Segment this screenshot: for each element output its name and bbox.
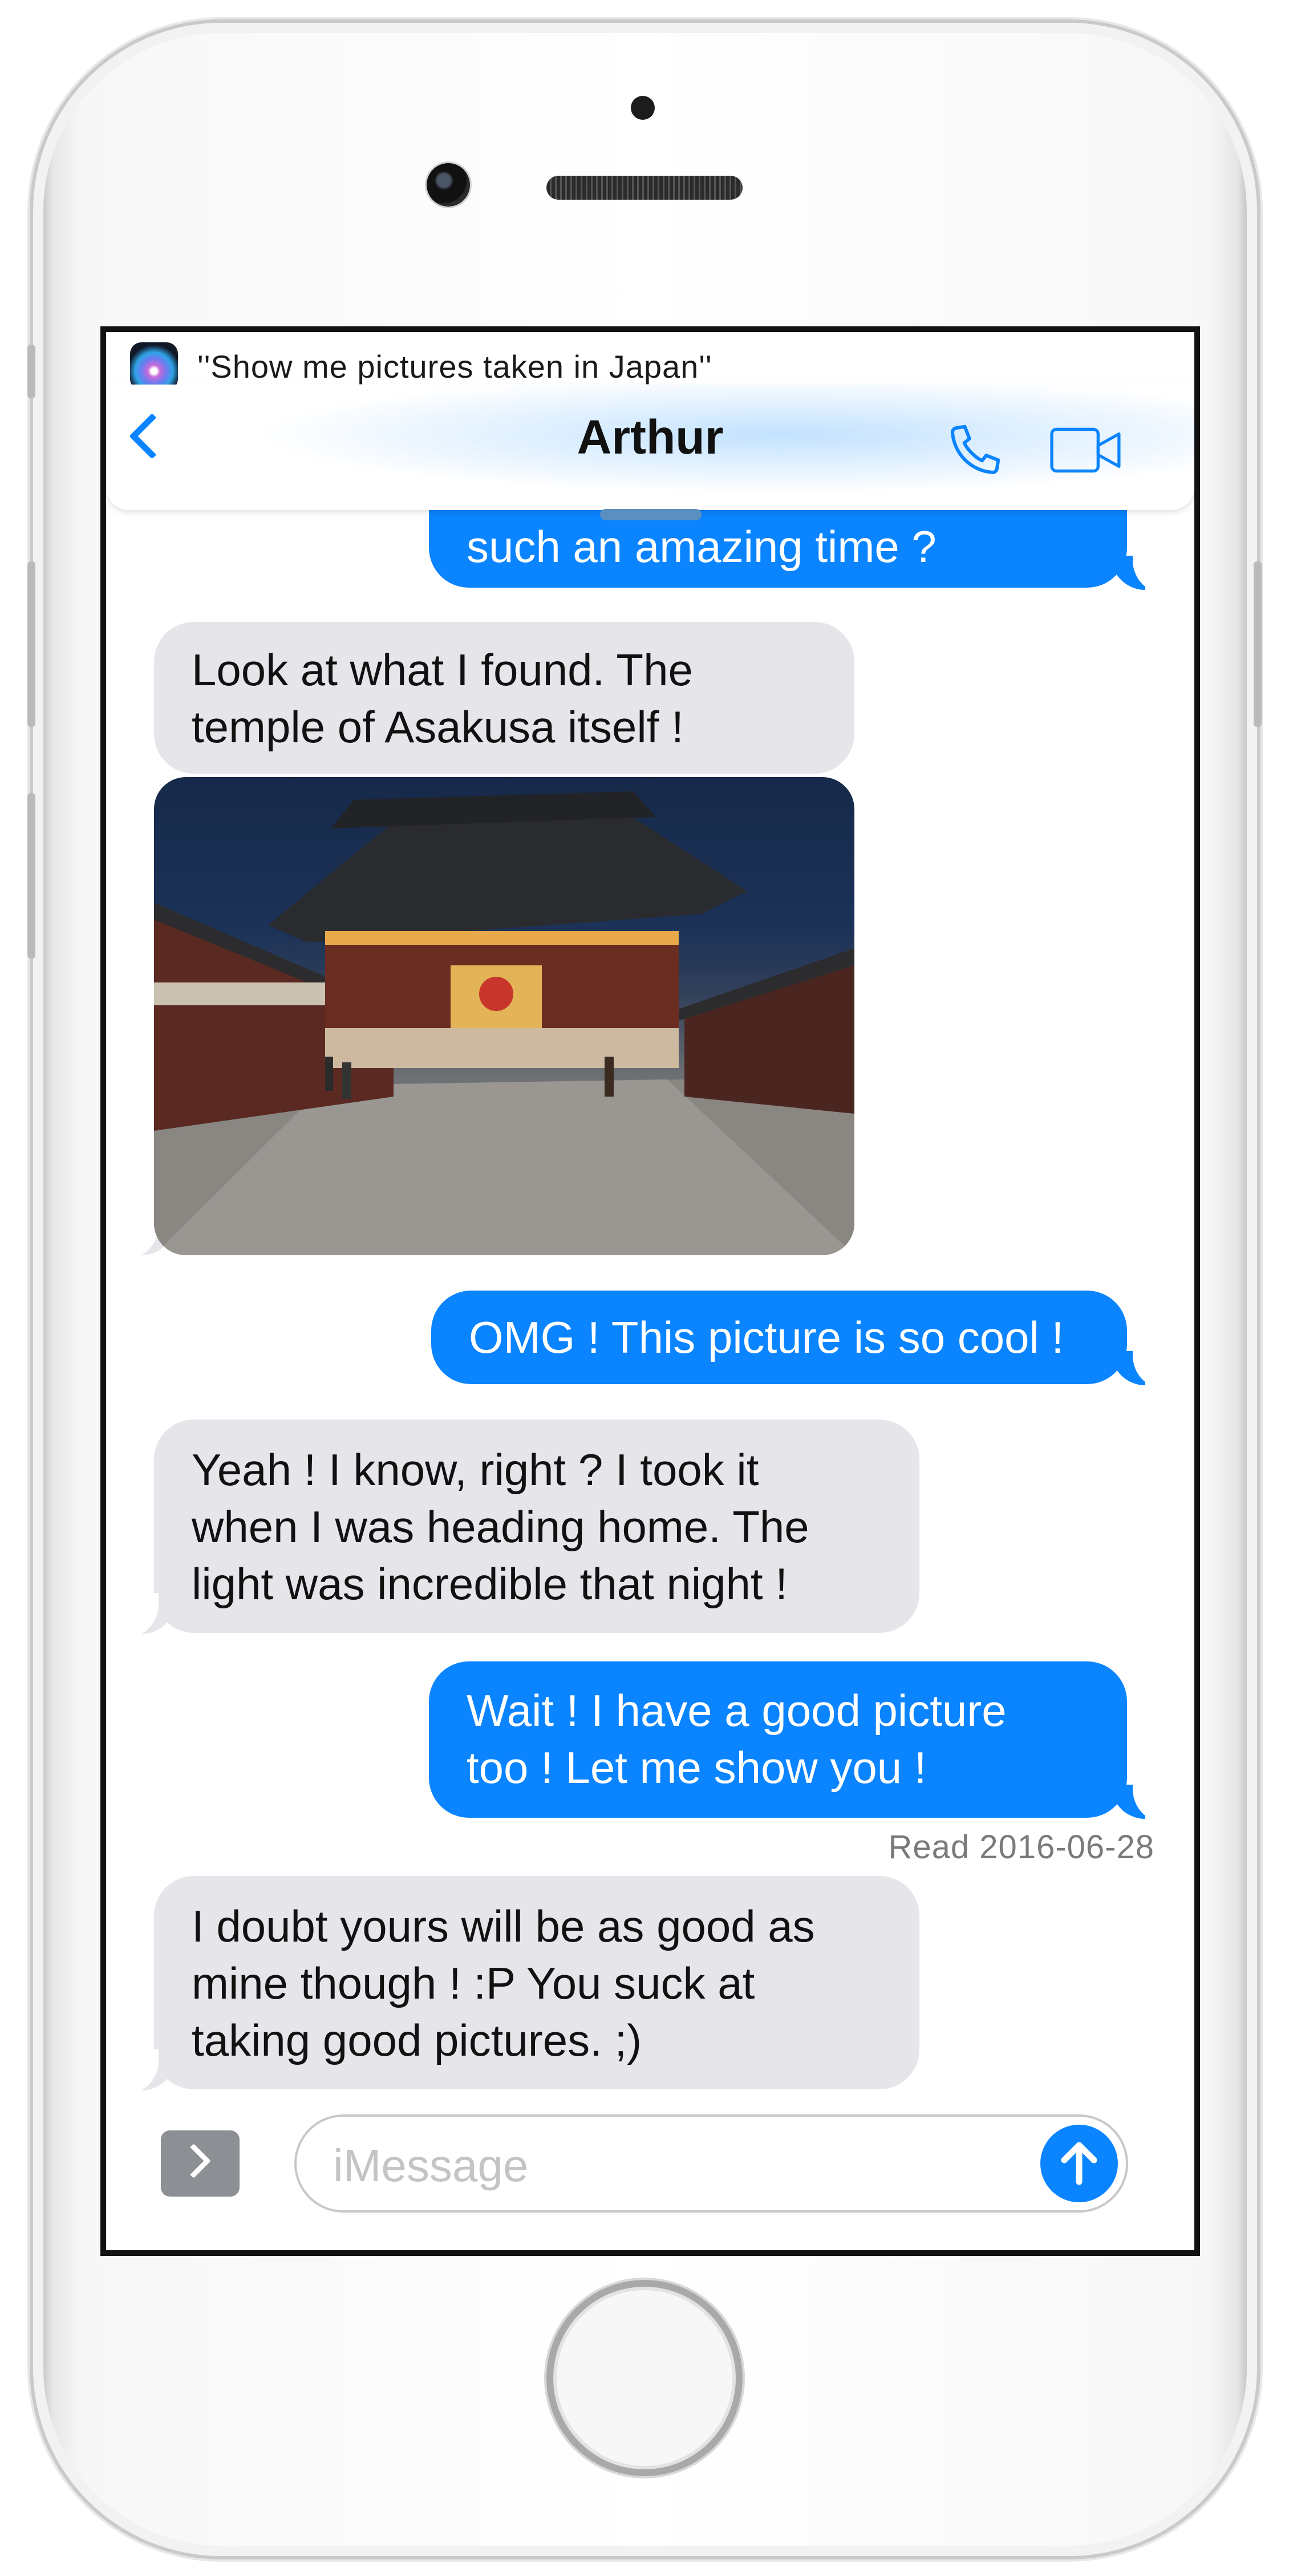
power-button (1254, 561, 1262, 727)
shared-photo-asakusa-temple[interactable] (154, 777, 854, 1255)
proximity-sensor (631, 96, 655, 120)
input-placeholder: iMessage (333, 2140, 529, 2191)
arrow-up-icon (1061, 2142, 1097, 2185)
home-button[interactable] (546, 2280, 743, 2476)
front-camera (427, 163, 470, 207)
message-bubble-outgoing[interactable]: Wait ! I have a good picture too ! Let m… (429, 1661, 1127, 1818)
message-text-line: when I was heading home. The (192, 1502, 809, 1552)
siri-grabber-handle[interactable] (600, 509, 702, 520)
conversation-header: Arthur (106, 385, 1194, 520)
message-text: OMG ! This picture is so cool ! (469, 1312, 1064, 1362)
siri-banner[interactable]: ''Show me pictures taken in Japan'' (106, 332, 1194, 390)
message-text-line: Yeah ! I know, right ? I took it (192, 1445, 759, 1495)
message-text-line: taking good pictures. ;) (192, 2015, 642, 2065)
message-text-line: mine though ! :P You suck at (192, 1958, 755, 2008)
message-bubble-incoming[interactable]: I doubt yours will be as good as mine th… (154, 1876, 919, 2089)
message-bubble-incoming[interactable]: Yeah ! I know, right ? I took it when I … (154, 1420, 919, 1633)
message-text-line: temple of Asakusa itself ! (192, 702, 684, 752)
chevron-right-icon (176, 2144, 211, 2178)
message-text-line: light was incredible that night ! (192, 1559, 788, 1609)
screen: ''Show me pictures taken in Japan'' Arth… (100, 326, 1200, 2256)
siri-query: ''Show me pictures taken in Japan'' (197, 349, 712, 385)
send-button[interactable] (1040, 2125, 1118, 2202)
message-bubble-outgoing[interactable]: OMG ! This picture is so cool ! (431, 1291, 1127, 1384)
message-bubble-incoming[interactable]: Look at what I found. The temple of Asak… (154, 622, 854, 774)
video-call-icon[interactable] (1049, 424, 1124, 479)
siri-icon (130, 342, 178, 390)
volume-up-button (27, 561, 35, 727)
read-receipt: Read 2016-06-28 (888, 1829, 1154, 1866)
imessage-input[interactable]: iMessage (294, 2114, 1128, 2213)
volume-down-button (27, 793, 35, 959)
mute-switch (27, 345, 35, 398)
phone-call-icon[interactable] (943, 419, 1006, 484)
message-text-line: too ! Let me show you ! (467, 1742, 927, 1793)
earpiece-speaker (546, 176, 743, 200)
message-text-line: I doubt yours will be as good as (192, 1901, 815, 1951)
contact-name[interactable]: Arthur (106, 410, 1194, 465)
message-text: such an amazing time ? (467, 521, 937, 572)
message-text-line: Look at what I found. The (192, 645, 693, 695)
message-text-line: Wait ! I have a good picture (467, 1685, 1007, 1736)
apps-expand-button[interactable] (161, 2130, 240, 2197)
